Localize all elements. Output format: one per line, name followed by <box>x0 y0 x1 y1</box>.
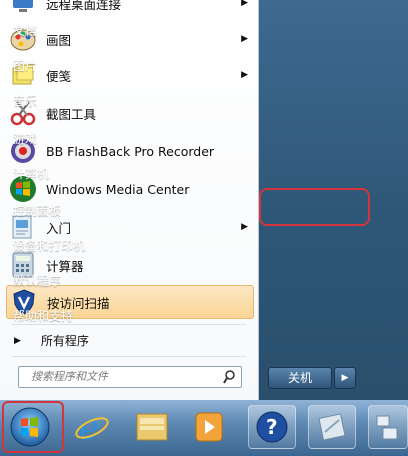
program-item-snipping-tool[interactable]: 截图工具 <box>6 96 254 130</box>
submenu-arrow-icon[interactable]: ▶ <box>241 0 248 8</box>
places-item-default-programs[interactable]: 默认程序 <box>13 272 61 289</box>
program-item-flashback-recorder[interactable]: BB FlashBack Pro Recorder <box>6 134 254 168</box>
divider <box>12 324 246 325</box>
places-item-devices-printers[interactable]: 设备和打印机 <box>13 237 85 254</box>
submenu-arrow-icon[interactable]: ▶ <box>241 222 248 232</box>
places-item-help-support[interactable]: 帮助和支持 <box>13 307 73 324</box>
network-button[interactable] <box>368 405 408 449</box>
start-button-highlight <box>2 401 64 453</box>
program-item-sticky-notes[interactable]: 便笺 ▶ <box>6 58 254 92</box>
places-item-computer[interactable]: 计算机 <box>13 165 49 182</box>
search-input[interactable]: 搜索程序和文件 <box>18 366 242 388</box>
network-icon <box>376 415 398 440</box>
program-label: 远程桌面连接 <box>46 0 122 12</box>
shutdown-options-icon[interactable]: ▶ <box>334 367 356 389</box>
submenu-arrow-icon[interactable]: ▶ <box>241 70 248 80</box>
program-item-remote-desktop[interactable]: 远程桌面连接 ▶ <box>6 0 254 20</box>
right-triangle-icon: ▶ <box>14 335 21 346</box>
control-panel-highlight <box>259 188 370 226</box>
search-icon[interactable] <box>223 370 235 384</box>
program-item-paint[interactable]: 画图 ▶ <box>6 22 254 56</box>
program-label: BB FlashBack Pro Recorder <box>46 143 215 159</box>
places-item-control-panel[interactable]: 控制面板 <box>13 202 61 219</box>
internet-explorer-icon[interactable]: e <box>68 405 116 449</box>
all-programs-label: 所有程序 <box>40 334 89 348</box>
svg-text:e: e <box>79 408 99 447</box>
program-label: Windows Media Center <box>46 181 190 197</box>
program-label: 便笺 <box>46 68 72 84</box>
program-label: 入门 <box>46 220 72 236</box>
submenu-arrow-icon[interactable]: ▶ <box>241 34 248 44</box>
file-explorer-icon[interactable] <box>128 405 176 449</box>
help-icon: ? <box>256 411 288 443</box>
help-button[interactable]: ? <box>248 405 296 449</box>
program-label: 截图工具 <box>46 106 97 122</box>
all-programs-button[interactable]: ▶ 所有程序 <box>14 332 89 349</box>
places-item-documents[interactable]: 文档 <box>13 22 37 39</box>
shutdown-button[interactable]: 关机 <box>268 367 332 389</box>
program-label: 画图 <box>46 32 72 48</box>
media-player-icon[interactable] <box>184 405 232 449</box>
places-item-games[interactable]: 游戏 <box>13 130 37 147</box>
divider <box>12 356 246 357</box>
svg-text:?: ? <box>266 415 278 439</box>
places-item-music[interactable]: 音乐 <box>13 92 37 109</box>
tablet-button[interactable] <box>308 405 356 449</box>
tablet-icon <box>318 413 346 441</box>
search-placeholder: 搜索程序和文件 <box>31 370 108 383</box>
places-item-pictures[interactable]: 图片 <box>13 57 37 74</box>
remote-desktop-icon <box>8 0 38 18</box>
